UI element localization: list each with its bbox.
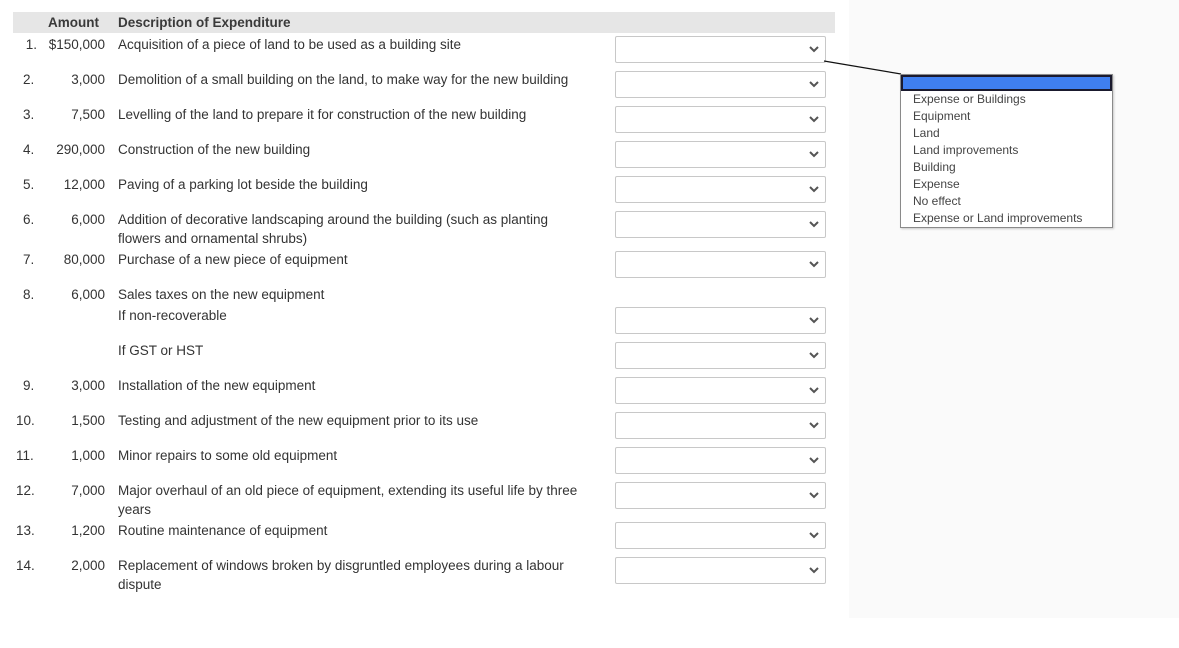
chevron-down-icon [809, 261, 819, 268]
chevron-down-icon [809, 46, 819, 53]
row-number: 13. [16, 523, 35, 538]
row-amount: 7,000 [71, 483, 105, 498]
chevron-down-icon [809, 317, 819, 324]
row-description: Levelling of the land to prepare it for … [118, 107, 527, 122]
chevron-down-icon [809, 81, 819, 88]
row-description: Paving of a parking lot beside the build… [118, 177, 368, 192]
row-description: Acquisition of a piece of land to be use… [118, 37, 461, 52]
dropdown-option[interactable]: Expense or Buildings [901, 91, 1112, 108]
row-description: Testing and adjustment of the new equipm… [118, 413, 479, 428]
row-amount: 1,500 [71, 413, 105, 428]
row-description: Sales taxes on the new equipment [118, 287, 325, 302]
row-number: 10. [16, 413, 35, 428]
classification-select-6[interactable] [615, 211, 826, 238]
row-amount: 80,000 [63, 252, 105, 267]
row-amount: 290,000 [56, 142, 105, 157]
row-amount: $150,000 [48, 37, 105, 52]
header-description: Description of Expenditure [118, 15, 291, 30]
classification-select-5[interactable] [615, 176, 826, 203]
row-number: 1. [25, 37, 37, 52]
row-number: 6. [23, 212, 35, 227]
dropdown-option-blank-highlighted[interactable] [901, 75, 1112, 91]
row-description: Routine maintenance of equipment [118, 523, 328, 538]
row-number: 2. [23, 72, 35, 87]
chevron-down-icon [809, 116, 819, 123]
row-amount: 1,000 [71, 448, 105, 463]
row-description: Major overhaul of an old piece of equipm… [118, 483, 578, 517]
row-amount: 3,000 [71, 72, 105, 87]
classification-select-7[interactable] [615, 251, 826, 278]
classification-select-13[interactable] [615, 522, 826, 549]
row-description: Addition of decorative landscaping aroun… [118, 212, 549, 246]
row-number: 9. [23, 378, 35, 393]
chevron-down-icon [809, 492, 819, 499]
row-amount: 2,000 [71, 558, 105, 573]
row-number: 14. [16, 558, 35, 573]
classification-select-3[interactable] [615, 106, 826, 133]
dropdown-option[interactable]: Expense [901, 176, 1112, 193]
chevron-down-icon [809, 532, 819, 539]
row-subcase-non-recoverable: If non-recoverable [118, 308, 227, 323]
row-number: 7. [23, 252, 35, 267]
row-description: Demolition of a small building on the la… [118, 72, 569, 87]
chevron-down-icon [809, 186, 819, 193]
chevron-down-icon [809, 422, 819, 429]
row-amount: 12,000 [63, 177, 105, 192]
row-amount: 6,000 [71, 212, 105, 227]
classification-select-1[interactable] [615, 36, 826, 63]
dropdown-options-list[interactable]: Expense or Buildings Equipment Land Land… [900, 74, 1113, 228]
row-description: Replacement of windows broken by disgrun… [118, 558, 564, 592]
row-number: 4. [23, 142, 35, 157]
row-description: Purchase of a new piece of equipment [118, 252, 348, 267]
dropdown-option[interactable]: Land improvements [901, 142, 1112, 159]
row-description: Construction of the new building [118, 142, 311, 157]
classification-select-12[interactable] [615, 482, 826, 509]
dropdown-option[interactable]: Expense or Land improvements [901, 210, 1112, 227]
classification-select-14[interactable] [615, 557, 826, 584]
dropdown-option[interactable]: Equipment [901, 108, 1112, 125]
row-number: 11. [16, 448, 34, 463]
row-description: Installation of the new equipment [118, 378, 316, 393]
classification-select-11[interactable] [615, 447, 826, 474]
row-amount: 3,000 [71, 378, 105, 393]
dropdown-option[interactable]: No effect [901, 193, 1112, 210]
row-number: 5. [23, 177, 35, 192]
classification-select-9[interactable] [615, 377, 826, 404]
row-subcase-gst-hst: If GST or HST [118, 343, 204, 358]
dropdown-option[interactable]: Land [901, 125, 1112, 142]
row-amount: 6,000 [71, 287, 105, 302]
chevron-down-icon [809, 151, 819, 158]
chevron-down-icon [809, 457, 819, 464]
classification-select-2[interactable] [615, 71, 826, 98]
chevron-down-icon [809, 221, 819, 228]
row-description: Minor repairs to some old equipment [118, 448, 338, 463]
row-amount: 7,500 [71, 107, 105, 122]
chevron-down-icon [809, 567, 819, 574]
header-amount: Amount [48, 15, 99, 30]
row-number: 12. [16, 483, 35, 498]
chevron-down-icon [809, 387, 819, 394]
row-number: 3. [23, 107, 35, 122]
classification-select-4[interactable] [615, 141, 826, 168]
row-number: 8. [23, 287, 35, 302]
classification-select-8a[interactable] [615, 307, 826, 334]
dropdown-option[interactable]: Building [901, 159, 1112, 176]
chevron-down-icon [809, 352, 819, 359]
classification-select-10[interactable] [615, 412, 826, 439]
row-amount: 1,200 [71, 523, 105, 538]
classification-select-8b[interactable] [615, 342, 826, 369]
